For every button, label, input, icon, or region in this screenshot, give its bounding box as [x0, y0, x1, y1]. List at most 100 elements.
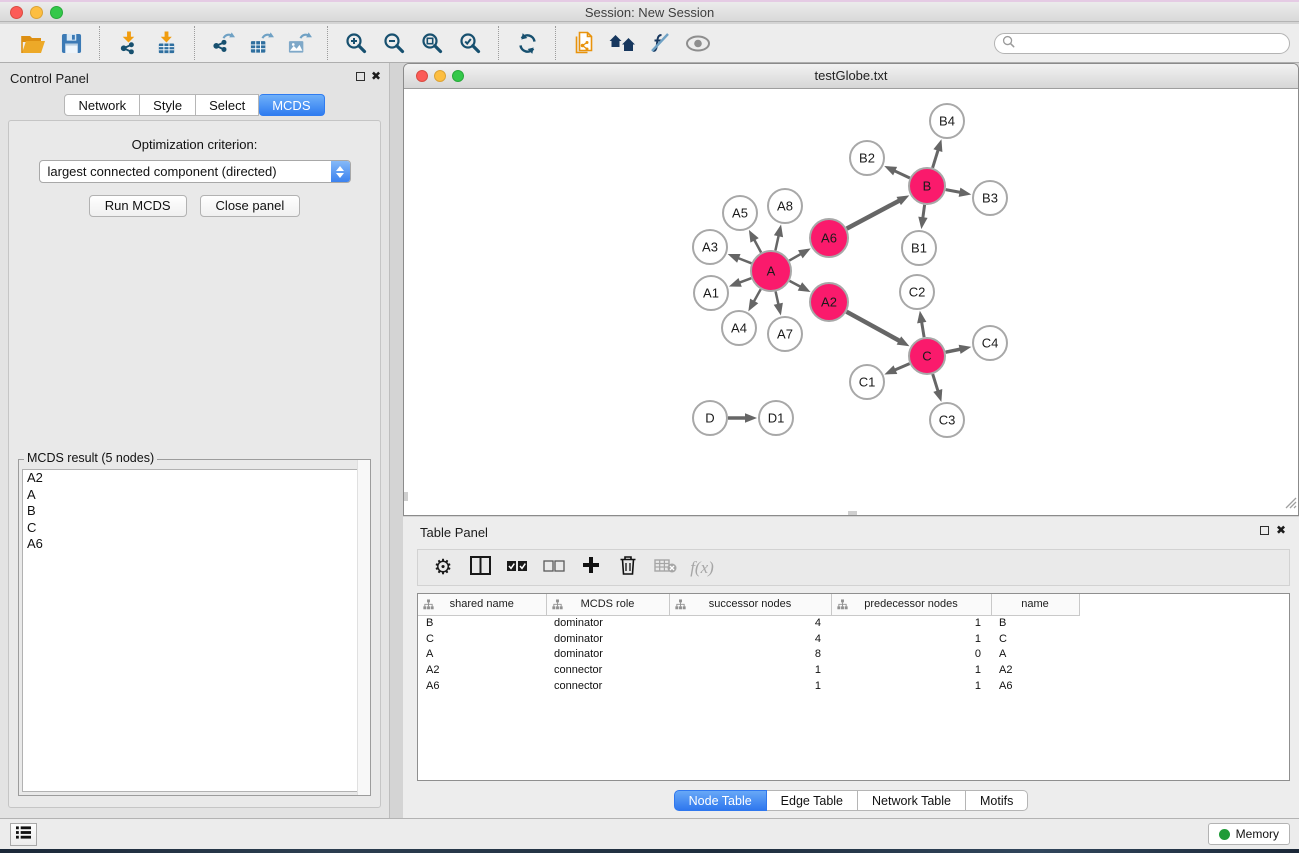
graph-edge-A2-C[interactable] — [847, 312, 900, 341]
table-cell[interactable]: 1 — [831, 615, 991, 631]
zoom-selected-button[interactable] — [451, 26, 489, 60]
table-cell[interactable]: 1 — [831, 662, 991, 678]
graph-edge-A-A7[interactable] — [776, 292, 779, 305]
table-cell[interactable]: B — [418, 615, 546, 631]
table-cell[interactable]: A6 — [418, 678, 546, 694]
close-panel-icon[interactable]: ✖ — [371, 69, 381, 83]
close-panel-icon[interactable]: ✖ — [1276, 523, 1286, 537]
table-cell[interactable]: 4 — [669, 615, 831, 631]
graph-node-B3[interactable]: B3 — [973, 181, 1007, 215]
graph-edge-C-C2[interactable] — [922, 322, 925, 338]
function-builder-button[interactable]: f(x) — [687, 553, 717, 583]
show-columns-button[interactable] — [465, 553, 495, 583]
result-scrollbar[interactable] — [357, 460, 370, 795]
graph-node-A5[interactable]: A5 — [723, 196, 757, 230]
network-canvas[interactable]: B4B2BB3A8A5A6A3B1AA1C2A2A4A7C4CC1C3DD1 — [404, 90, 1298, 515]
table-row[interactable]: A6connector11A6 — [418, 678, 1079, 694]
graph-edge-B-B1[interactable] — [923, 205, 925, 218]
graph-edge-A6-B[interactable] — [847, 201, 900, 229]
close-panel-button[interactable]: Close panel — [200, 195, 301, 217]
graph-node-A6[interactable]: A6 — [810, 219, 848, 257]
table-cell[interactable]: 0 — [831, 647, 991, 663]
table-cell[interactable]: 1 — [831, 678, 991, 694]
delete-column-button[interactable] — [613, 553, 643, 583]
float-panel-icon[interactable] — [356, 72, 365, 81]
graph-edge-B-B3[interactable] — [946, 190, 961, 193]
graph-node-A7[interactable]: A7 — [768, 317, 802, 351]
toggle-graphics-details-button[interactable] — [641, 26, 679, 60]
graph-node-C4[interactable]: C4 — [973, 326, 1007, 360]
export-table-button[interactable] — [242, 26, 280, 60]
column-header-successor-nodes[interactable]: successor nodes — [669, 594, 831, 615]
resize-grip[interactable] — [1284, 496, 1297, 514]
graph-node-A2[interactable]: A2 — [810, 283, 848, 321]
save-button[interactable] — [52, 26, 90, 60]
table-cell[interactable]: 1 — [831, 631, 991, 647]
graph-node-A4[interactable]: A4 — [722, 311, 756, 345]
export-image-button[interactable] — [280, 26, 318, 60]
table-cell[interactable]: 1 — [669, 662, 831, 678]
table-cell[interactable]: dominator — [546, 615, 669, 631]
graph-edge-C-C1[interactable] — [895, 364, 910, 371]
table-cell[interactable]: dominator — [546, 631, 669, 647]
zoom-out-button[interactable] — [375, 26, 413, 60]
select-all-button[interactable] — [502, 553, 532, 583]
tab-node-table[interactable]: Node Table — [674, 790, 767, 811]
open-folder-button[interactable] — [14, 26, 52, 60]
eye-button[interactable] — [679, 26, 717, 60]
table-cell[interactable]: A2 — [418, 662, 546, 678]
result-item[interactable]: B — [23, 503, 366, 520]
refresh-button[interactable] — [508, 26, 546, 60]
graph-edge-A-A5[interactable] — [754, 240, 761, 253]
table-cell[interactable]: A — [991, 647, 1079, 663]
table-row[interactable]: A2connector11A2 — [418, 662, 1079, 678]
graph-edge-C-C3[interactable] — [933, 374, 938, 391]
graph-edge-A-A4[interactable] — [754, 289, 761, 302]
column-header-name[interactable]: name — [991, 594, 1079, 615]
tab-network-table[interactable]: Network Table — [858, 790, 966, 811]
export-network-button[interactable] — [204, 26, 242, 60]
graph-edge-A-A2[interactable] — [790, 281, 801, 287]
tab-motifs[interactable]: Motifs — [966, 790, 1028, 811]
memory-button[interactable]: Memory — [1208, 823, 1290, 845]
table-cell[interactable]: A — [418, 647, 546, 663]
criterion-select[interactable]: largest connected component (directed) — [39, 160, 351, 183]
column-header-mcds-role[interactable]: MCDS role — [546, 594, 669, 615]
table-row[interactable]: Bdominator41B — [418, 615, 1079, 631]
result-item[interactable]: A6 — [23, 536, 366, 553]
graph-edge-A-A3[interactable] — [738, 258, 752, 263]
import-table-button[interactable] — [147, 26, 185, 60]
add-column-button[interactable] — [576, 553, 606, 583]
table-cell[interactable]: connector — [546, 678, 669, 694]
table-row[interactable]: Adominator80A — [418, 647, 1079, 663]
table-cell[interactable]: A2 — [991, 662, 1079, 678]
column-header-shared-name[interactable]: shared name — [418, 594, 546, 615]
network-window-titlebar[interactable]: testGlobe.txt — [404, 64, 1298, 89]
graph-node-C2[interactable]: C2 — [900, 275, 934, 309]
tab-mcds[interactable]: MCDS — [259, 94, 324, 116]
graph-node-D1[interactable]: D1 — [759, 401, 793, 435]
float-panel-icon[interactable] — [1260, 526, 1269, 535]
graph-node-B2[interactable]: B2 — [850, 141, 884, 175]
graph-node-B4[interactable]: B4 — [930, 104, 964, 138]
search-input[interactable] — [1019, 35, 1289, 52]
task-history-button[interactable] — [10, 823, 37, 846]
tab-edge-table[interactable]: Edge Table — [767, 790, 858, 811]
table-cell[interactable]: C — [418, 631, 546, 647]
graph-node-B1[interactable]: B1 — [902, 231, 936, 265]
column-header-predecessor-nodes[interactable]: predecessor nodes — [831, 594, 991, 615]
table-cell[interactable]: dominator — [546, 647, 669, 663]
table-cell[interactable]: 8 — [669, 647, 831, 663]
zoom-in-button[interactable] — [337, 26, 375, 60]
tab-select[interactable]: Select — [196, 94, 259, 116]
delete-table-button[interactable] — [650, 553, 680, 583]
table-cell[interactable]: 1 — [669, 678, 831, 694]
result-item[interactable]: A — [23, 487, 366, 504]
table-cell[interactable]: 4 — [669, 631, 831, 647]
graph-node-C1[interactable]: C1 — [850, 365, 884, 399]
graph-edge-B-B2[interactable] — [894, 171, 910, 178]
graph-node-C[interactable]: C — [909, 338, 945, 374]
table-settings-button[interactable] — [428, 553, 458, 583]
graph-node-A3[interactable]: A3 — [693, 230, 727, 264]
table-cell[interactable]: connector — [546, 662, 669, 678]
